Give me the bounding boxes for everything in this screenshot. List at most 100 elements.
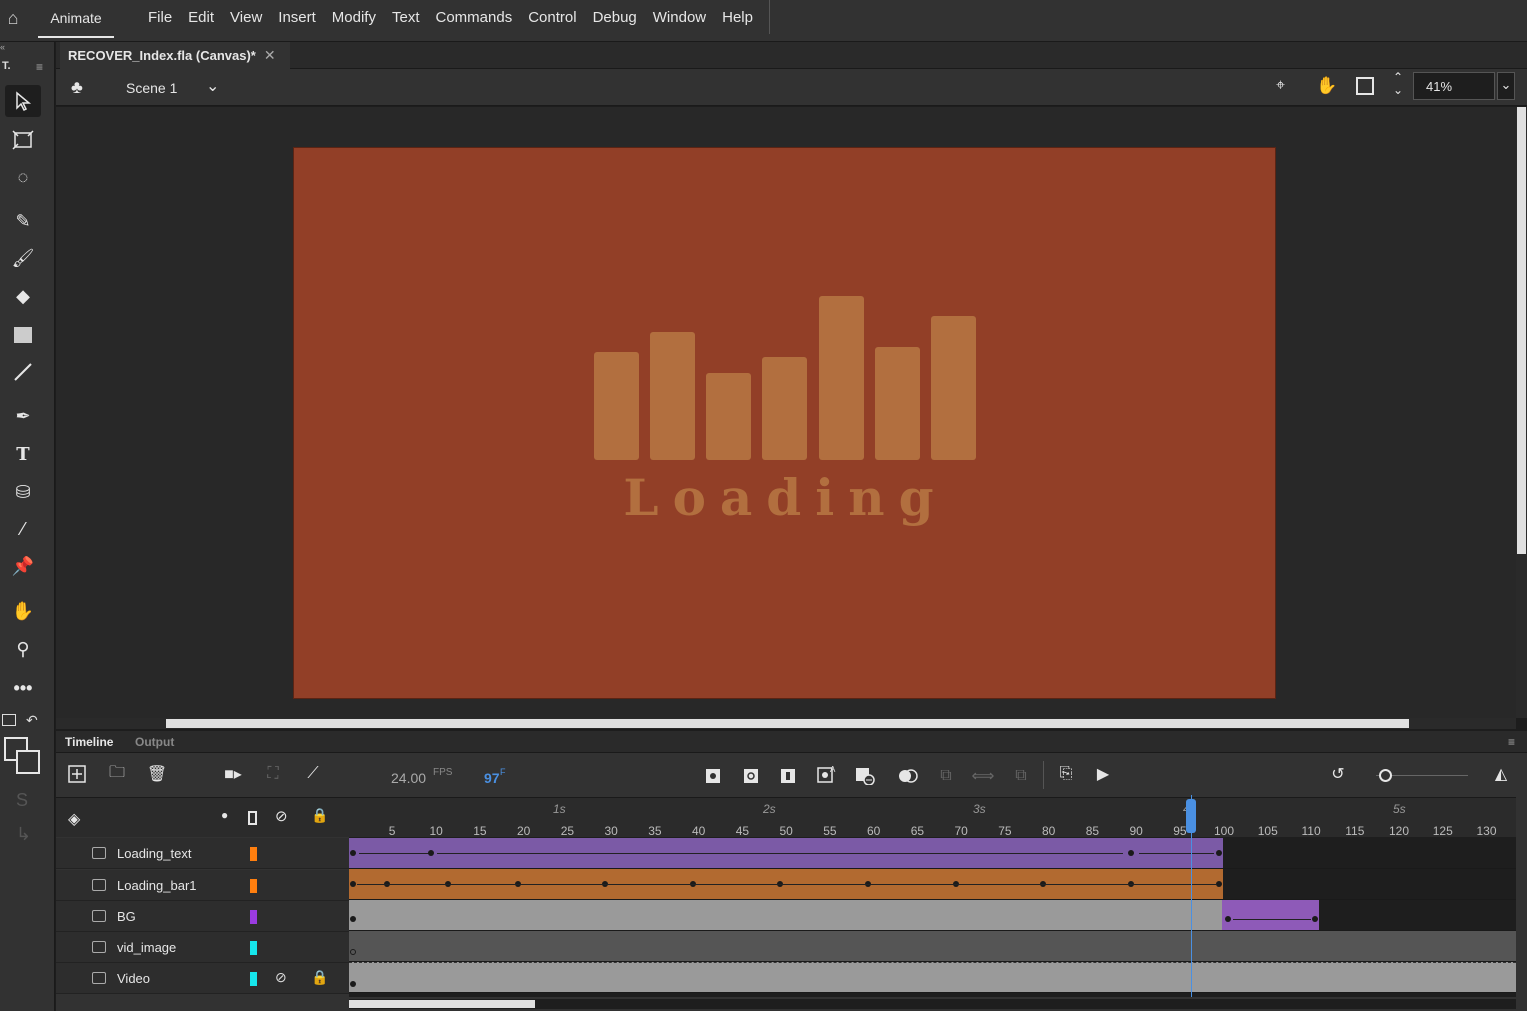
current-frame[interactable]: 97	[484, 770, 500, 786]
remove-frame-icon[interactable]	[853, 764, 877, 788]
selection-tool-icon[interactable]	[5, 85, 41, 117]
stage-vertical-scrollbar[interactable]	[1516, 107, 1527, 718]
layer-row[interactable]: Loading_bar1	[56, 870, 349, 901]
frame-row-loading-bar[interactable]	[349, 869, 1516, 900]
tween-span[interactable]	[1222, 900, 1319, 930]
loop-icon[interactable]: ↺	[1326, 762, 1350, 786]
swap-colors-icon[interactable]	[2, 714, 16, 726]
edit-symbols-icon[interactable]: ♣	[71, 77, 83, 98]
edit-multiple-frames-icon[interactable]: ⧉	[934, 764, 958, 788]
frame-row-video[interactable]	[349, 962, 1516, 993]
hand-tool-icon[interactable]: ✋	[5, 595, 41, 627]
static-span[interactable]	[349, 900, 1222, 930]
collapse-icon[interactable]: «	[0, 42, 5, 52]
more-tools-icon[interactable]: •••	[5, 672, 41, 704]
keyframe[interactable]	[350, 850, 356, 856]
fps-value[interactable]: 24.00	[391, 770, 426, 786]
tab-output[interactable]: Output	[135, 735, 174, 749]
frame-row-bg[interactable]	[349, 900, 1516, 931]
layer-name[interactable]: Loading_text	[117, 846, 191, 861]
layer-name[interactable]: vid_image	[117, 940, 176, 955]
reset-colors-icon[interactable]: ↶	[26, 712, 38, 729]
menu-insert[interactable]: Insert	[270, 9, 324, 26]
zoom-dropdown-icon[interactable]: ⌄	[1497, 72, 1515, 100]
frames-area[interactable]: 5 10 15 20 25 30 35 40 45 50 55 60 65 70 75 80 85 90 95 100…	[349, 795, 1516, 997]
layer-name[interactable]: Loading_bar1	[117, 878, 197, 893]
keyframe[interactable]	[350, 881, 356, 887]
timeline-scroll-thumb[interactable]	[349, 1000, 535, 1008]
frame-size-slider-knob[interactable]	[1379, 769, 1392, 782]
rectangle-tool-icon[interactable]	[5, 319, 41, 351]
toolbox-menu-icon[interactable]: ≡	[36, 60, 43, 74]
eyedropper-tool-icon[interactable]: ⁄	[5, 513, 41, 545]
menu-text[interactable]: Text	[384, 9, 428, 26]
layer-color-swatch[interactable]	[250, 847, 257, 861]
delete-icon[interactable]: 🗑	[145, 762, 169, 786]
auto-keyframe-icon[interactable]: A	[815, 762, 839, 786]
center-stage-icon[interactable]: ⌖	[1276, 77, 1285, 95]
tab-timeline[interactable]: Timeline	[65, 735, 113, 749]
free-transform-tool-icon[interactable]	[5, 124, 41, 156]
fill-color-swatch[interactable]	[16, 750, 40, 774]
lock-icon[interactable]: 🔒	[311, 807, 328, 824]
stage-horizontal-scrollbar[interactable]	[56, 718, 1516, 729]
keyframe[interactable]	[428, 850, 434, 856]
camera-icon[interactable]: ■▸	[221, 762, 245, 786]
chevron-down-icon[interactable]: ⌄	[206, 76, 219, 96]
insert-keyframe-icon[interactable]	[701, 764, 725, 788]
frame-row-vid-image[interactable]	[349, 931, 1516, 962]
lasso-tool-icon[interactable]: ◌	[5, 161, 41, 193]
horizontal-scroll-thumb[interactable]	[166, 719, 1409, 728]
keyframe[interactable]	[350, 916, 356, 922]
smooth-icon[interactable]: S	[16, 790, 28, 811]
scene-name[interactable]: Scene 1	[126, 80, 177, 96]
layer-color-swatch[interactable]	[250, 972, 257, 986]
hidden-layer-icon[interactable]: ⊘	[275, 969, 287, 986]
pin-tool-icon[interactable]: 📌	[5, 550, 41, 582]
pen-tool-icon[interactable]: ✒	[5, 400, 41, 432]
onion-skin-icon[interactable]	[896, 764, 920, 788]
paint-bucket-tool-icon[interactable]: ⛁	[5, 476, 41, 508]
layer-row[interactable]: vid_image	[56, 932, 349, 963]
keyframe[interactable]	[350, 981, 356, 987]
play-icon[interactable]: ▶	[1091, 762, 1115, 786]
layer-name[interactable]: BG	[117, 909, 136, 924]
layer-row[interactable]: Video ⊘ 🔒	[56, 963, 349, 994]
menu-modify[interactable]: Modify	[324, 9, 384, 26]
clip-content-icon[interactable]	[1356, 77, 1374, 95]
layer-color-swatch[interactable]	[250, 910, 257, 924]
text-tool-icon[interactable]: T	[5, 438, 41, 470]
menu-window[interactable]: Window	[645, 9, 714, 26]
timeline-horizontal-scrollbar[interactable]	[349, 999, 1516, 1009]
empty-keyframe[interactable]	[350, 949, 356, 955]
keyframe[interactable]	[1312, 916, 1318, 922]
zoom-in-timeline-icon[interactable]: ◭	[1489, 762, 1513, 786]
menu-debug[interactable]: Debug	[585, 9, 645, 26]
paint-brush-tool-icon[interactable]: ✎	[5, 205, 41, 237]
layer-row[interactable]: Loading_text	[56, 838, 349, 869]
close-icon[interactable]: ✕	[264, 47, 276, 64]
new-folder-icon[interactable]: 🗀	[105, 762, 129, 786]
keyframe[interactable]	[1225, 916, 1231, 922]
frame-ruler[interactable]: 5 10 15 20 25 30 35 40 45 50 55 60 65 70 75 80 85 90 95 100…	[349, 797, 1516, 838]
menu-file[interactable]: File	[140, 9, 180, 26]
vertical-scroll-thumb[interactable]	[1517, 107, 1526, 554]
panel-menu-icon[interactable]: ≡	[1508, 735, 1515, 749]
sync-icon[interactable]: ⧉	[1009, 764, 1033, 788]
hide-layers-icon[interactable]: ⊘	[275, 807, 288, 825]
document-tab[interactable]: RECOVER_Index.fla (Canvas)* ✕	[60, 42, 290, 69]
layer-row[interactable]: BG	[56, 901, 349, 932]
brush-tool-icon[interactable]: 🖌	[5, 242, 41, 274]
graph-icon[interactable]: ⟋	[301, 762, 325, 786]
menu-commands[interactable]: Commands	[428, 9, 521, 26]
frame-row-loading-text[interactable]	[349, 838, 1516, 869]
menu-edit[interactable]: Edit	[180, 9, 222, 26]
playhead[interactable]	[1191, 795, 1192, 997]
keyframe[interactable]	[1216, 850, 1222, 856]
stage-canvas[interactable]: Loading	[293, 147, 1276, 699]
loop-playback-dim-icon[interactable]: ⟺	[971, 764, 995, 788]
menu-view[interactable]: View	[222, 9, 270, 26]
insert-blank-keyframe-icon[interactable]	[739, 764, 763, 788]
app-name-tab[interactable]: Animate	[38, 0, 114, 38]
zoom-tool-icon[interactable]: ⚲	[5, 633, 41, 665]
